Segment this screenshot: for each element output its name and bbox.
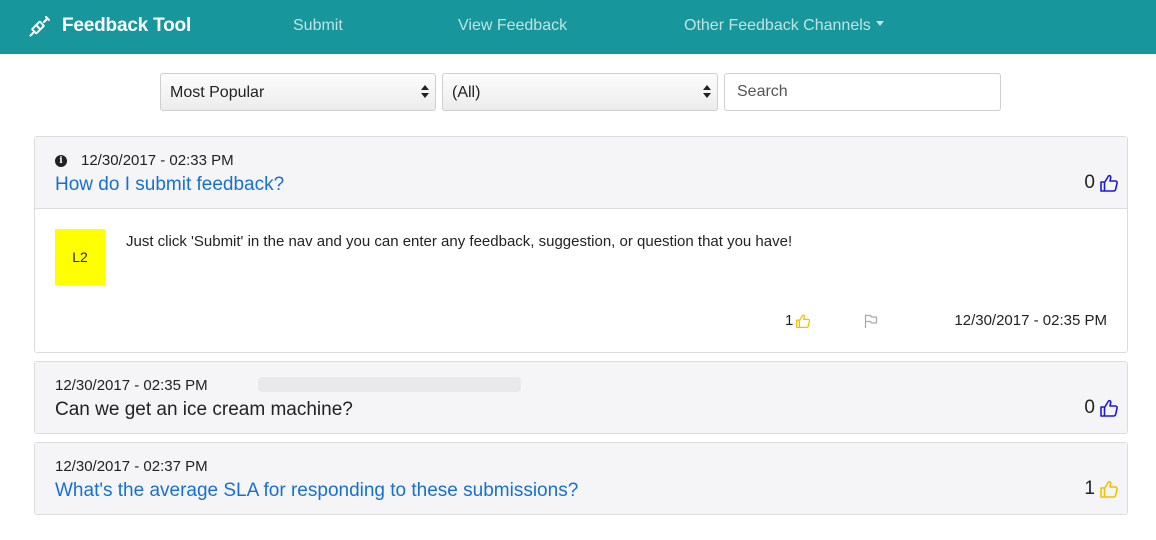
select-arrows-icon bbox=[703, 85, 711, 101]
sort-select-value: Most Popular bbox=[170, 84, 265, 101]
nav-other-channels-dropdown[interactable]: Other Feedback Channels bbox=[684, 17, 884, 35]
caret-down-icon bbox=[875, 21, 884, 27]
upvote-widget[interactable]: 0 bbox=[1084, 172, 1119, 194]
upvote-widget[interactable]: 0 bbox=[1084, 397, 1119, 419]
category-select-value: (All) bbox=[452, 84, 481, 101]
vote-count: 0 bbox=[1084, 172, 1095, 193]
feedback-card-header: 12/30/2017 - 02:37 PM What's the average… bbox=[35, 443, 1127, 514]
thumbs-up-icon[interactable] bbox=[1099, 479, 1119, 499]
feedback-card: 12/30/2017 - 02:35 PM Can we get an ice … bbox=[34, 361, 1128, 434]
reply-date: 12/30/2017 - 02:35 PM bbox=[954, 312, 1107, 329]
redacted-text bbox=[258, 377, 521, 392]
reply: L2 Just click 'Submit' in the nav and yo… bbox=[35, 209, 1127, 353]
feedback-date: 12/30/2017 - 02:37 PM bbox=[55, 458, 208, 475]
feedback-card: i 12/30/2017 - 02:33 PM How do I submit … bbox=[34, 136, 1128, 353]
select-arrows-icon bbox=[421, 85, 429, 101]
flag-icon[interactable] bbox=[863, 313, 879, 334]
thumbs-up-icon[interactable] bbox=[1099, 173, 1119, 193]
nav-submit-link[interactable]: Submit bbox=[293, 17, 343, 35]
thumbs-up-icon[interactable] bbox=[1099, 398, 1119, 418]
feedback-date: 12/30/2017 - 02:33 PM bbox=[81, 152, 234, 169]
nav-other-channels-label: Other Feedback Channels bbox=[684, 17, 871, 34]
search-input[interactable] bbox=[724, 73, 1001, 111]
vote-count: 0 bbox=[1084, 397, 1095, 418]
avatar: L2 bbox=[55, 229, 105, 285]
info-icon[interactable]: i bbox=[55, 155, 67, 167]
upvote-widget[interactable]: 1 bbox=[1084, 478, 1119, 500]
thumbs-up-icon[interactable] bbox=[795, 313, 811, 329]
vote-count: 1 bbox=[1084, 478, 1095, 499]
nav-view-feedback-link[interactable]: View Feedback bbox=[458, 17, 567, 35]
reply-like-count: 1 bbox=[785, 312, 794, 329]
category-select[interactable]: (All) bbox=[442, 73, 718, 111]
reply-like-widget[interactable]: 1 bbox=[785, 312, 811, 329]
feedback-card-header: i 12/30/2017 - 02:33 PM How do I submit … bbox=[35, 137, 1127, 209]
feedback-date: 12/30/2017 - 02:35 PM bbox=[55, 377, 208, 394]
feedback-title-link[interactable]: How do I submit feedback? bbox=[55, 174, 284, 196]
feedback-card-header: 12/30/2017 - 02:35 PM Can we get an ice … bbox=[35, 362, 1127, 433]
brand[interactable]: Feedback Tool bbox=[28, 10, 191, 42]
feedback-title-link[interactable]: What's the average SLA for responding to… bbox=[55, 480, 578, 502]
reply-text: Just click 'Submit' in the nav and you c… bbox=[126, 233, 793, 250]
feedback-card: 12/30/2017 - 02:37 PM What's the average… bbox=[34, 442, 1128, 515]
brand-title: Feedback Tool bbox=[62, 15, 192, 36]
navbar: Feedback Tool Submit View Feedback Other… bbox=[0, 0, 1156, 54]
syringe-icon bbox=[28, 14, 52, 38]
sort-select[interactable]: Most Popular bbox=[160, 73, 436, 111]
feedback-title[interactable]: Can we get an ice cream machine? bbox=[55, 399, 353, 421]
